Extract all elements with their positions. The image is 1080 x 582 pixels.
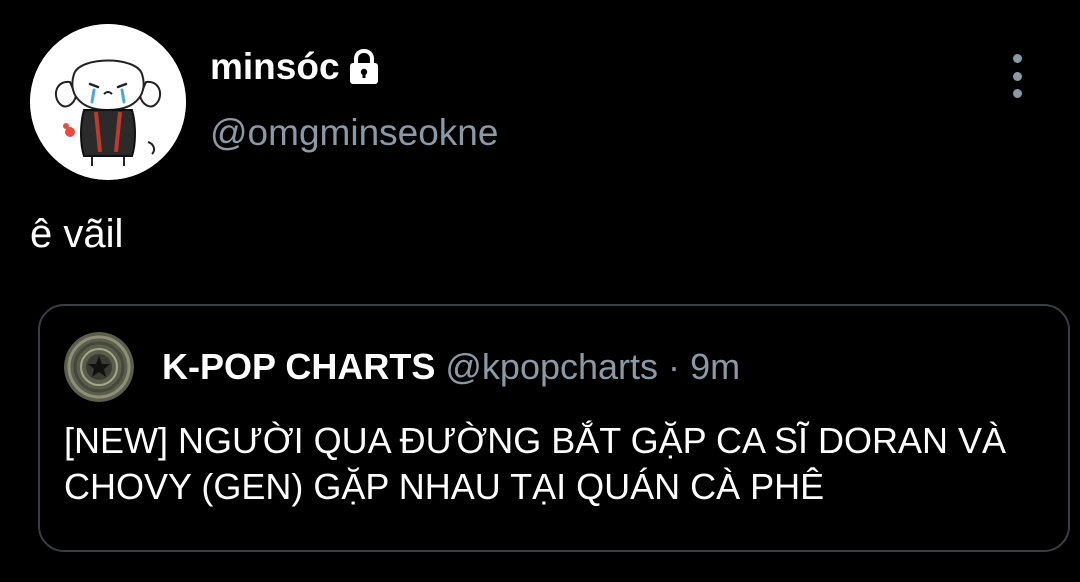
quoted-author-handle[interactable]: @kpopcharts — [445, 346, 658, 387]
quoted-tweet-header: K-POP CHARTS @kpopcharts · 9m — [162, 346, 740, 388]
more-vertical-icon[interactable] — [1003, 54, 1031, 98]
menu-dot — [1012, 71, 1022, 81]
quoted-tweet-card[interactable]: K-POP CHARTS @kpopcharts · 9m [NEW] NGƯỜ… — [38, 304, 1070, 552]
quoted-author-name[interactable]: K-POP CHARTS — [162, 346, 435, 387]
author-display-name-row[interactable]: minsóc — [210, 46, 382, 88]
header-separator: · — [668, 346, 681, 387]
menu-dot — [1012, 89, 1022, 98]
tweet-text: ê vãil — [30, 212, 124, 256]
quoted-tweet-text: [NEW] NGƯỜI QUA ĐƯỜNG BẮT GẶP CA SĨ DORA… — [64, 420, 1007, 507]
quoted-tweet-time[interactable]: 9m — [690, 346, 740, 387]
star-badge-avatar-icon — [64, 332, 134, 402]
menu-dot — [1012, 54, 1022, 63]
author-display-name[interactable]: minsóc — [210, 46, 340, 88]
author-handle[interactable]: @omgminseokne — [210, 112, 498, 154]
cartoon-dog-avatar-icon — [30, 24, 186, 180]
lock-icon — [346, 48, 382, 86]
quoted-author-avatar[interactable] — [64, 332, 134, 402]
author-avatar[interactable] — [30, 24, 186, 180]
